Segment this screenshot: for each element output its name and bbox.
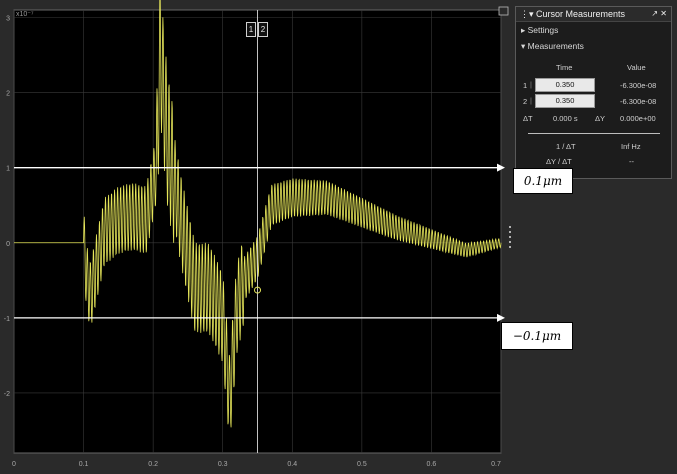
x-tick-label: 0 <box>12 461 16 468</box>
y-tick-label: 3 <box>6 16 10 23</box>
y-tick-label: -2 <box>4 391 10 398</box>
slope-label: ΔY / ΔT <box>546 157 572 166</box>
cursor-measurements-panel: ⋮▾ Cursor Measurements ↗ ✕ ▸ Settings ▾ … <box>515 6 672 179</box>
x-tick-label: 0.1 <box>79 461 89 468</box>
x-tick-label: 0.2 <box>148 461 158 468</box>
cursor-1-tag[interactable]: 1 <box>246 22 256 37</box>
x-tick-label: 0.7 <box>491 461 501 468</box>
slope-value: -- <box>629 157 634 166</box>
cursor-1-time-field[interactable]: 0.350 <box>535 78 595 92</box>
lower-callout-label: −0.1μm <box>501 322 573 350</box>
value-column-header: Value <box>627 63 646 72</box>
panel-window-controls[interactable]: ↗ ✕ <box>651 7 667 21</box>
delta-t-label: ΔT <box>523 114 533 123</box>
undock-icon[interactable] <box>498 6 509 16</box>
delta-y-label: ΔY <box>595 114 606 123</box>
frequency-value: Inf Hz <box>621 142 641 151</box>
y-tick-label: 0 <box>6 241 10 248</box>
upper-callout-label: 0.1μm <box>513 168 573 194</box>
settings-label: Settings <box>527 25 559 35</box>
cursor-1-value: -6.300e-08 <box>620 81 657 90</box>
y-exponent-label: x10⁻⁷ <box>16 11 34 18</box>
panel-menu-icon[interactable]: ⋮▾ <box>520 9 536 19</box>
x-tick-label: 0.6 <box>427 461 437 468</box>
cursor-1-label: 1 <box>523 81 528 90</box>
time-column-header: Time <box>556 63 573 72</box>
y-tick-label: 1 <box>6 166 10 173</box>
settings-section-toggle[interactable]: ▸ Settings <box>516 22 671 38</box>
panel-divider <box>528 133 660 134</box>
x-tick-label: 0.5 <box>357 461 367 468</box>
cursor-2-tag[interactable]: 2 <box>258 22 268 37</box>
cursor-2-value: -6.300e-08 <box>620 97 657 106</box>
delta-y-value: 0.000e+00 <box>620 114 656 123</box>
panel-title-bar[interactable]: ⋮▾ Cursor Measurements ↗ ✕ <box>516 7 671 22</box>
cursor-2-divider: | <box>530 96 532 105</box>
frequency-label: 1 / ΔT <box>556 142 576 151</box>
measurements-label: Measurements <box>527 41 584 51</box>
delta-t-value: 0.000 s <box>553 114 578 123</box>
y-tick-label: -1 <box>4 316 10 323</box>
y-tick-label: 2 <box>6 91 10 98</box>
x-tick-label: 0.3 <box>218 461 228 468</box>
cursor-2-label: 2 <box>523 97 528 106</box>
cursor-2-time-field[interactable]: 0.350 <box>535 94 595 108</box>
measurements-section-toggle[interactable]: ▾ Measurements <box>516 38 671 54</box>
x-tick-label: 0.4 <box>287 461 297 468</box>
panel-title: Cursor Measurements <box>536 9 626 19</box>
cursor-1-divider: | <box>530 80 532 89</box>
